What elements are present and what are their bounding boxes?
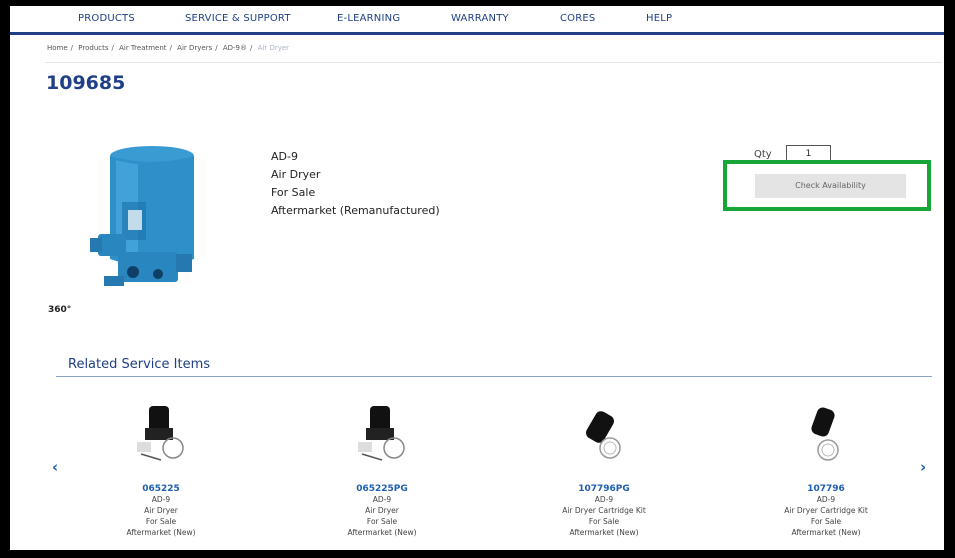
related-item-status: For Sale: [366, 517, 398, 526]
related-item-code[interactable]: 107796PG: [529, 484, 679, 494]
related-item-status: For Sale: [588, 517, 620, 526]
product-status: For Sale: [271, 186, 316, 199]
related-item[interactable]: 107796 AD-9 Air Dryer Cartridge Kit For …: [751, 402, 901, 538]
rotate-360-icon[interactable]: 360°: [48, 305, 71, 315]
breadcrumb-ad9[interactable]: AD-9®: [223, 44, 247, 52]
qty-label: Qty: [754, 149, 772, 160]
related-item-image: [586, 411, 621, 459]
product-info: AD-9 Air Dryer For Sale Aftermarket (Rem…: [271, 148, 440, 220]
page: PRODUCTS SERVICE & SUPPORT E-LEARNING WA…: [10, 6, 944, 550]
nav-service-support[interactable]: SERVICE & SUPPORT: [185, 13, 291, 24]
breadcrumb-current: Air Dryer: [257, 44, 290, 52]
breadcrumb-home[interactable]: Home: [47, 44, 68, 52]
top-nav: PRODUCTS SERVICE & SUPPORT E-LEARNING WA…: [10, 6, 944, 35]
related-item-model: AD-9: [372, 495, 392, 504]
related-item-name: Air Dryer: [365, 506, 399, 515]
breadcrumb: Home / Products / Air Treatment / Air Dryer…: [47, 44, 290, 52]
related-item-model: AD-9: [151, 495, 171, 504]
related-item-type: Aftermarket (New): [126, 528, 196, 537]
related-title: Related Service Items: [68, 357, 211, 372]
related-item-status: For Sale: [145, 517, 177, 526]
related-item-model: AD-9: [816, 495, 836, 504]
related-item-type: Aftermarket (New): [347, 528, 417, 537]
nav-underline: [10, 32, 944, 35]
related-item-code[interactable]: 107796: [751, 484, 901, 494]
related-item-model: AD-9: [594, 495, 614, 504]
carousel-prev-icon[interactable]: ‹: [52, 458, 58, 476]
nav-e-learning[interactable]: E-LEARNING: [337, 13, 400, 24]
product-type: Aftermarket (Remanufactured): [271, 204, 440, 217]
related-item-name: Air Dryer: [144, 506, 178, 515]
breadcrumb-divider: [45, 62, 942, 63]
breadcrumb-air-treatment[interactable]: Air Treatment: [119, 44, 166, 52]
related-item-name: Air Dryer Cartridge Kit: [562, 506, 646, 515]
nav-products[interactable]: PRODUCTS: [78, 13, 135, 24]
related-item-name: Air Dryer Cartridge Kit: [784, 506, 868, 515]
related-item[interactable]: 107796PG AD-9 Air Dryer Cartridge Kit Fo…: [529, 402, 679, 538]
product-name: Air Dryer: [271, 168, 321, 181]
carousel-next-icon[interactable]: ›: [920, 458, 926, 476]
related-divider: [56, 376, 932, 377]
related-item-image: [811, 407, 839, 461]
related-item-image: [358, 406, 405, 461]
nav-warranty[interactable]: WARRANTY: [451, 13, 509, 24]
related-item[interactable]: 065225 AD-9 Air Dryer For Sale Aftermark…: [86, 402, 236, 538]
highlight-box: [723, 160, 931, 211]
related-item-type: Aftermarket (New): [791, 528, 861, 537]
nav-help[interactable]: HELP: [646, 13, 672, 24]
breadcrumb-products[interactable]: Products: [78, 44, 108, 52]
related-item-image: [137, 406, 184, 461]
related-item[interactable]: 065225PG AD-9 Air Dryer For Sale Afterma…: [307, 402, 457, 538]
product-image[interactable]: [88, 144, 218, 299]
related-item-type: Aftermarket (New): [569, 528, 639, 537]
page-title: 109685: [46, 72, 126, 94]
nav-cores[interactable]: CORES: [560, 13, 595, 24]
related-item-code[interactable]: 065225: [86, 484, 236, 494]
product-model: AD-9: [271, 150, 298, 163]
related-item-code[interactable]: 065225PG: [307, 484, 457, 494]
related-item-status: For Sale: [810, 517, 842, 526]
screenshot-frame: PRODUCTS SERVICE & SUPPORT E-LEARNING WA…: [0, 0, 955, 558]
breadcrumb-air-dryers[interactable]: Air Dryers: [177, 44, 212, 52]
